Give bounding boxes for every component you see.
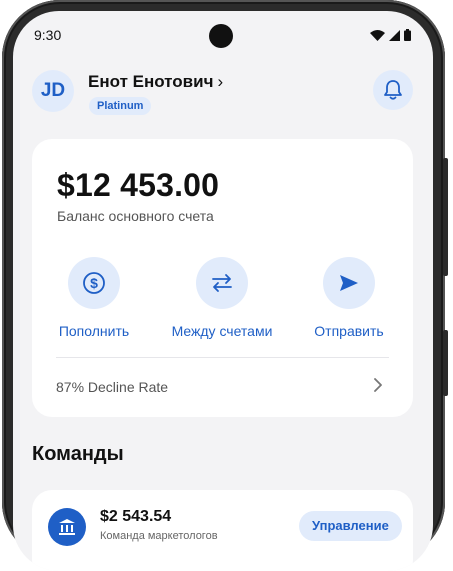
top-up-button[interactable]: $ Пополнить [29,257,159,339]
svg-text:$: $ [90,275,98,291]
notifications-button[interactable] [373,70,413,110]
manage-button[interactable]: Управление [299,511,402,541]
wifi-icon [370,29,385,41]
bell-icon [384,80,402,100]
team-icon-circle [48,508,86,546]
chevron-right-icon: › [217,72,224,91]
profile-header: JD Енот Енотович › Platinum [13,69,433,125]
decline-rate-row[interactable]: 87% Decline Rate [56,379,168,395]
action-icon-circle [196,257,248,309]
avatar[interactable]: JD [32,70,74,112]
team-card[interactable]: $2 543.54 Команда маркетологов Управлени… [32,490,413,571]
status-bar: 9:30 [13,11,433,59]
action-label: Пополнить [58,323,130,339]
divider [56,357,389,358]
status-time: 9:30 [34,27,62,43]
power-button [443,330,448,396]
send-button[interactable]: Отправить [284,257,414,339]
screen: 9:30 JD Енот Енотович › Platinum $12 453… [13,11,433,571]
dollar-icon: $ [83,272,105,294]
action-label: Отправить [314,323,384,339]
action-label: Между счетами [171,323,273,339]
volume-button [443,158,448,276]
action-icon-circle: $ [68,257,120,309]
front-camera [209,24,233,48]
balance-label: Баланс основного счета [57,208,214,224]
status-icons [370,29,411,41]
between-accounts-button[interactable]: Между счетами [157,257,287,339]
battery-icon [404,29,411,41]
profile-name-link[interactable]: Енот Енотович › [88,72,223,92]
balance-amount: $12 453.00 [57,167,220,203]
action-icon-circle [323,257,375,309]
chevron-right-icon [374,378,382,392]
send-icon [340,275,358,291]
teams-section-title: Команды [32,443,124,465]
team-name: Команда маркетологов [100,530,218,542]
team-amount: $2 543.54 [100,508,172,525]
bank-icon [59,519,75,535]
signal-icon [389,29,400,41]
transfer-arrows-icon [212,274,232,292]
balance-card: $12 453.00 Баланс основного счета $ Попо… [32,139,413,417]
profile-name: Енот Енотович [88,72,214,91]
tier-badge: Platinum [89,97,152,115]
